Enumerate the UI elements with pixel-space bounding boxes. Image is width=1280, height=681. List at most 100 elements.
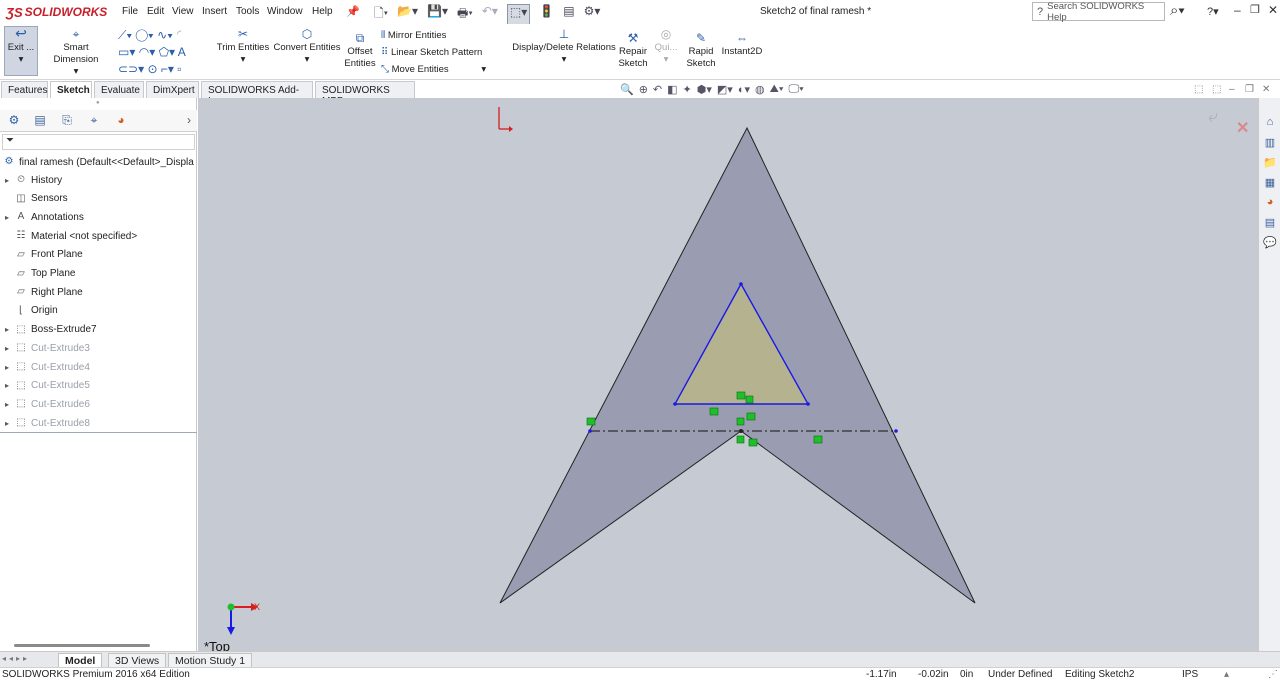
menu-window[interactable]: Window (267, 6, 303, 17)
tab-3d-views[interactable]: 3D Views (108, 653, 167, 668)
home-icon[interactable]: ⌂ (1262, 116, 1278, 132)
help-search-box[interactable]: ? Search SOLIDWORKS Help (1032, 1, 1165, 23)
doc-restore-icon[interactable]: ❐ (1245, 84, 1254, 95)
propertymanager-tab-icon[interactable]: ▤ (29, 113, 51, 131)
menu-help[interactable]: Help (312, 6, 333, 17)
tree-item[interactable]: ▸ ⬚ Cut-Extrude3 (0, 339, 90, 357)
open-icon[interactable]: 📂▾ (397, 4, 418, 25)
appearances-icon[interactable]: ◕ (1262, 196, 1278, 212)
tab-solidworks-add-ins[interactable]: SOLIDWORKS Add-Ins (201, 81, 313, 107)
doc-close-icon[interactable]: ✕ (1262, 84, 1270, 95)
tab-scroll-arrows-icon[interactable]: ◂◂▸▸ (2, 654, 30, 663)
plane-icon[interactable]: ▫ (177, 62, 181, 76)
display-delete-relations-button[interactable]: ⊥ Display/Delete Relations ▾ (512, 28, 616, 66)
horizontal-relation-icon[interactable] (709, 407, 719, 416)
confirmation-corner-exit-icon[interactable]: ⤶ (1208, 106, 1218, 127)
new-document-icon[interactable]: 🗋▾ (374, 4, 388, 25)
coincident-relation-icon[interactable] (736, 435, 745, 444)
tree-item[interactable]: ☷ Material <not specified> (0, 227, 138, 245)
menu-insert[interactable]: Insert (202, 6, 227, 17)
custom-properties-icon[interactable]: ▤ (1262, 216, 1278, 232)
sketch-vertex[interactable] (806, 402, 810, 406)
repair-sketch-button[interactable]: ⚒ Repair Sketch (617, 32, 649, 70)
rectangle-icon[interactable]: ▭▾ (118, 45, 135, 59)
filter-bar[interactable]: ⏷ (2, 134, 195, 150)
resources-icon[interactable]: ▥ (1262, 136, 1278, 152)
file-properties-icon[interactable]: ▤ (563, 4, 574, 25)
restore-icon[interactable]: ❐ (1250, 3, 1260, 16)
tab-dimxpert[interactable]: DimXpert (146, 81, 199, 98)
pin-icon[interactable]: 📌 (346, 5, 360, 18)
doc-minimize-icon[interactable]: ⬚ (1194, 84, 1203, 95)
point-icon[interactable]: ⊙ (147, 62, 157, 76)
select-icon[interactable]: ⬚▾ (506, 4, 531, 25)
tree-item[interactable]: ◫ Sensors (0, 190, 67, 208)
expand-arrow-icon[interactable]: ▸ (0, 213, 14, 222)
menu-file[interactable]: File (122, 6, 138, 17)
convert-entities-button[interactable]: ⬡ Convert Entities ▾ (272, 28, 342, 66)
tree-item[interactable]: ▸ ⬚ Cut-Extrude8 (0, 414, 90, 432)
sketch-vertex[interactable] (739, 282, 743, 286)
apply-scene-icon[interactable]: ⛰▾ (770, 83, 784, 97)
tree-item[interactable]: ⌊ Origin (0, 302, 58, 320)
save-icon[interactable]: 💾▾ (427, 4, 448, 25)
tab-motion-study-1[interactable]: Motion Study 1 (168, 653, 253, 668)
expand-arrow-icon[interactable]: ▸ (0, 381, 14, 390)
dimxpertmanager-tab-icon[interactable]: ⌖ (83, 113, 105, 131)
expand-arrow-icon[interactable]: ▸ (0, 363, 14, 372)
offset-entities-button[interactable]: ⧉ Offset Entities (342, 32, 378, 70)
featuremanager-tab-icon[interactable]: ⚙ (3, 113, 25, 131)
polygon-icon[interactable]: ⬠▾ (159, 45, 175, 59)
coincident-relation-icon[interactable] (745, 395, 754, 404)
tab-evaluate[interactable]: Evaluate (94, 81, 144, 98)
slot-icon[interactable]: ⊂⊃▾ (118, 62, 144, 76)
move-entities-button[interactable]: ⤡ Move Entities ▾ (381, 61, 511, 78)
centerline-endpoint[interactable] (588, 429, 592, 433)
expand-arrow-icon[interactable]: ▸ (0, 325, 14, 334)
tree-item[interactable]: ▱ Right Plane (0, 283, 83, 301)
panel-splitter-handle[interactable]: ● (96, 100, 100, 106)
tree-item[interactable]: ▸ A Annotations (0, 208, 84, 226)
circle-icon[interactable]: ◯▾ (136, 28, 154, 42)
displaymanager-tab-icon[interactable]: ◕ (110, 113, 132, 131)
tree-item[interactable]: ▸ ⬚ Cut-Extrude6 (0, 395, 90, 413)
search-icon[interactable]: ⌕▾ (1170, 2, 1185, 19)
units-dropdown-icon[interactable]: ▴ (1224, 669, 1229, 680)
tab-sketch[interactable]: Sketch (50, 81, 92, 98)
trim-entities-button[interactable]: ✂ Trim Entities ▾ (216, 28, 270, 66)
forum-icon[interactable]: 💬 (1262, 236, 1278, 252)
hide-show-items-icon[interactable]: ◐▾ (738, 83, 750, 97)
help-menu-icon[interactable]: ?▾ (1207, 5, 1219, 18)
print-icon[interactable]: 🖶▾ (457, 4, 473, 25)
section-view-icon[interactable]: ◧ (667, 83, 677, 97)
linear-sketch-pattern-button[interactable]: ⠿ Linear Sketch Pattern (381, 44, 511, 61)
undo-icon[interactable]: ↶▾ (482, 4, 498, 25)
line-icon[interactable]: ⟋▾ (118, 28, 132, 42)
smart-dimension-button[interactable]: ⌖ Smart Dimension ▾ (40, 28, 112, 78)
design-library-icon[interactable]: 📁 (1262, 156, 1278, 172)
tree-item[interactable]: ▸ ⬚ Cut-Extrude4 (0, 358, 90, 376)
coincident-relation-icon[interactable] (586, 417, 596, 426)
expand-arrow-icon[interactable]: ▸ (0, 176, 14, 185)
expand-arrow-icon[interactable]: ▸ (0, 400, 14, 409)
spline-icon[interactable]: ∿▾ (157, 28, 173, 42)
tree-item[interactable]: ▸ ⬚ Boss-Extrude7 (0, 321, 97, 339)
exit-sketch-button[interactable]: ↩ Exit ... ▾ (4, 26, 38, 76)
arc-icon[interactable]: ◠▾ (139, 45, 156, 59)
midpoint-relation-icon[interactable] (748, 438, 758, 447)
search-input[interactable]: Search SOLIDWORKS Help (1047, 1, 1164, 23)
tree-item[interactable]: ▱ Front Plane (0, 246, 83, 264)
fillet-icon[interactable]: ◜ (176, 28, 186, 42)
instant2d-button[interactable]: ⇔ Instant2D (720, 32, 764, 58)
tab-model[interactable]: Model (58, 653, 103, 668)
centerline-endpoint[interactable] (894, 429, 898, 433)
menu-tools[interactable]: Tools (236, 6, 259, 17)
sketch-vertex[interactable] (673, 402, 677, 406)
close-icon[interactable]: ✕ (1268, 3, 1278, 17)
minimize-icon[interactable]: – (1234, 3, 1241, 17)
rollback-bar[interactable] (0, 432, 197, 433)
tree-root[interactable]: ⚙ final ramesh (Default<<Default>_Displa (2, 153, 194, 171)
options-icon[interactable]: ⚙▾ (584, 4, 601, 25)
tree-item[interactable]: ▸ ⬚ Cut-Extrude5 (0, 377, 90, 395)
file-explorer-icon[interactable]: ▦ (1262, 176, 1278, 192)
